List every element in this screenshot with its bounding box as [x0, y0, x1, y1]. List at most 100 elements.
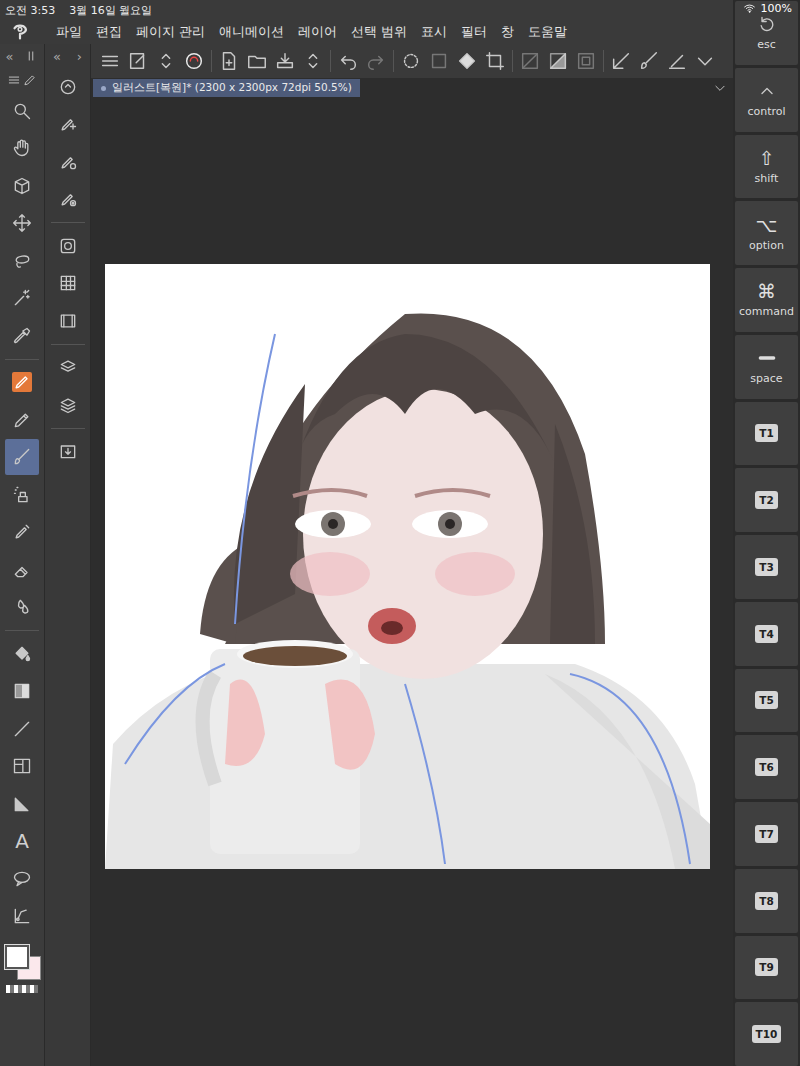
tool-icon[interactable]: [12, 138, 32, 158]
key-label[interactable]: T1: [755, 424, 777, 442]
menu-item[interactable]: 도움말: [528, 24, 567, 41]
tool-icon[interactable]: [12, 906, 32, 926]
palette-icon[interactable]: [58, 189, 78, 209]
tool-icon[interactable]: [12, 176, 32, 196]
tool-button[interactable]: [5, 711, 39, 747]
command-icon[interactable]: [547, 50, 569, 72]
command-icon[interactable]: [694, 50, 716, 72]
palette-icon[interactable]: [58, 236, 78, 256]
palette-button[interactable]: [51, 69, 85, 105]
shortcut-key[interactable]: ⌘ command: [735, 268, 798, 332]
tool-icon[interactable]: [12, 372, 32, 392]
tool-icon[interactable]: [12, 288, 32, 308]
app-logo-icon[interactable]: [9, 21, 31, 43]
command-icon[interactable]: [274, 50, 296, 72]
tool-button[interactable]: [5, 402, 39, 438]
shortcut-key[interactable]: T7: [735, 802, 798, 866]
command-icon[interactable]: [519, 50, 541, 72]
key-label[interactable]: control: [747, 105, 785, 118]
color-swatches[interactable]: [4, 945, 40, 981]
command-icon[interactable]: [456, 50, 478, 72]
key-label[interactable]: T5: [755, 691, 777, 709]
tool-button[interactable]: [5, 205, 39, 241]
palette-button[interactable]: [51, 265, 85, 301]
tool-icon[interactable]: [12, 756, 32, 776]
tool-button[interactable]: [5, 243, 39, 279]
tool-icon[interactable]: [12, 644, 32, 664]
tool-icon[interactable]: [12, 522, 32, 542]
tool-button[interactable]: [5, 786, 39, 822]
tool-button[interactable]: [5, 514, 39, 550]
key-label[interactable]: esc: [757, 38, 776, 51]
menu-item[interactable]: 애니메이션: [219, 24, 284, 41]
tool-button[interactable]: [5, 748, 39, 784]
drag-handle-icon[interactable]: [24, 49, 38, 63]
palette-icon[interactable]: [58, 311, 78, 331]
main-color[interactable]: [5, 945, 29, 969]
menu-item[interactable]: 선택 범위: [351, 24, 407, 41]
command-icon[interactable]: [610, 50, 632, 72]
document-tab[interactable]: 일러스트[복원]* (2300 x 2300px 72dpi 50.5%): [93, 79, 360, 97]
tool-icon[interactable]: [12, 485, 32, 505]
palette-button[interactable]: [51, 144, 85, 180]
command-icon[interactable]: [575, 50, 597, 72]
palette-icon[interactable]: [58, 441, 78, 461]
key-label[interactable]: T3: [755, 558, 777, 576]
chevron-down-icon[interactable]: [713, 81, 727, 95]
key-label[interactable]: T9: [755, 958, 777, 976]
palette-icon[interactable]: [58, 357, 78, 377]
text-tool-label[interactable]: A: [15, 829, 29, 853]
menu-item[interactable]: 필터: [461, 24, 487, 41]
key-label[interactable]: T10: [752, 1025, 782, 1043]
tool-icon[interactable]: [12, 681, 32, 701]
palette-icon[interactable]: [58, 273, 78, 293]
command-icon[interactable]: [246, 50, 268, 72]
command-icon[interactable]: [666, 50, 688, 72]
key-label[interactable]: T7: [755, 825, 777, 843]
palette-button[interactable]: [51, 106, 85, 142]
tool-icon[interactable]: [12, 560, 32, 580]
space-bar-icon[interactable]: [757, 348, 777, 368]
tool-button[interactable]: [5, 364, 39, 400]
shortcut-key[interactable]: control: [735, 68, 798, 132]
palette-button[interactable]: [51, 181, 85, 217]
shortcut-key[interactable]: T6: [735, 735, 798, 799]
shortcut-key[interactable]: T8: [735, 869, 798, 933]
tool-button[interactable]: [5, 552, 39, 588]
collapse-toggle[interactable]: «: [6, 49, 14, 64]
key-label[interactable]: T4: [755, 625, 777, 643]
pen-icon[interactable]: [23, 73, 37, 87]
tool-button[interactable]: A: [5, 823, 39, 859]
tool-icon[interactable]: [12, 251, 32, 271]
key-label[interactable]: command: [739, 305, 794, 318]
key-label[interactable]: option: [749, 239, 784, 252]
tool-button[interactable]: [5, 93, 39, 129]
tool-icon[interactable]: [12, 326, 32, 346]
transparent-color[interactable]: [6, 985, 38, 993]
palette-button[interactable]: [51, 433, 85, 469]
app-logo[interactable]: [0, 21, 40, 43]
key-label[interactable]: T6: [755, 758, 777, 776]
command-icon[interactable]: [365, 50, 387, 72]
chevron-up-icon[interactable]: [757, 81, 777, 101]
menu-item[interactable]: 표시: [421, 24, 447, 41]
key-label[interactable]: shift: [755, 172, 779, 185]
tool-button[interactable]: [5, 280, 39, 316]
palette-icon[interactable]: [58, 395, 78, 415]
palette-icon[interactable]: [58, 114, 78, 134]
shortcut-key[interactable]: T4: [735, 602, 798, 666]
key-glyph[interactable]: ⌘: [757, 281, 776, 301]
menu-item[interactable]: 페이지 관리: [136, 24, 205, 41]
shortcut-key[interactable]: ⇧shift: [735, 135, 798, 199]
shortcut-key[interactable]: T5: [735, 669, 798, 733]
command-icon[interactable]: [155, 50, 177, 72]
palette-button[interactable]: [51, 228, 85, 264]
shortcut-key[interactable]: T10: [735, 1002, 798, 1066]
tool-button[interactable]: [5, 477, 39, 513]
key-label[interactable]: T8: [755, 892, 777, 910]
command-icon[interactable]: [638, 50, 660, 72]
palette-button[interactable]: [51, 349, 85, 385]
command-icon[interactable]: [99, 50, 121, 72]
tool-button[interactable]: [5, 168, 39, 204]
expand-toggle[interactable]: ›: [77, 49, 82, 64]
